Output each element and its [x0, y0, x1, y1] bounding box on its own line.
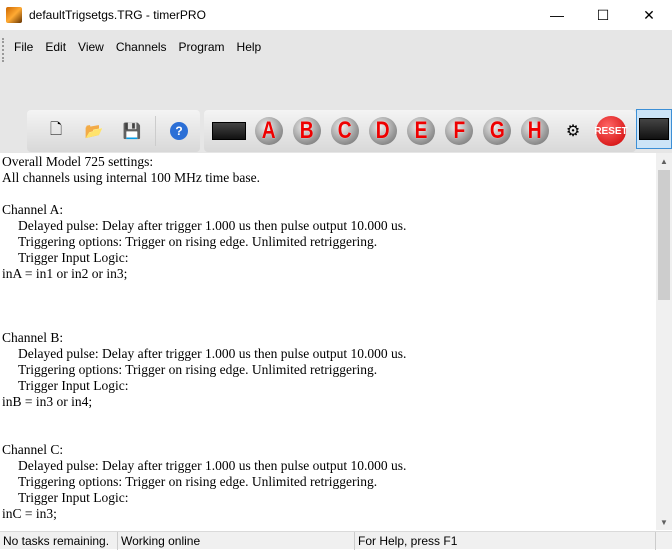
new-file-icon: 🗋 [49, 120, 63, 138]
status-tasks: No tasks remaining. [0, 532, 118, 550]
text-line: Channel C: [2, 442, 64, 457]
app-icon [6, 7, 22, 23]
status-connection: Working online [118, 532, 355, 550]
channel-f-button[interactable]: F [440, 116, 478, 146]
text-line: inA = in1 or in2 or in3; [2, 266, 128, 281]
device-icon[interactable] [212, 122, 246, 140]
menubar-grip[interactable] [2, 38, 4, 62]
channel-h-button[interactable]: H [516, 116, 554, 146]
status-help: For Help, press F1 [355, 532, 656, 550]
program-device-button[interactable] [636, 109, 672, 149]
channel-g-button[interactable]: G [478, 116, 516, 146]
text-line [2, 410, 656, 426]
menu-help[interactable]: Help [231, 40, 268, 54]
text-line: Triggering options: Trigger on rising ed… [18, 474, 378, 489]
scroll-up-icon[interactable]: ▲ [656, 153, 672, 169]
channel-b-button[interactable]: B [288, 116, 326, 146]
maximize-button[interactable]: ☐ [580, 0, 626, 30]
vertical-scrollbar[interactable]: ▲ ▼ [656, 153, 672, 530]
title-bar: defaultTrigsetgs.TRG - timerPRO — ☐ ✕ [0, 0, 672, 30]
settings-text[interactable]: Overall Model 725 settings: All channels … [0, 153, 656, 530]
text-line [2, 314, 656, 330]
reset-button[interactable]: RESET [594, 116, 628, 146]
text-line: Channel A: [2, 202, 64, 217]
text-line: Delayed pulse: Delay after trigger 1.000… [18, 458, 407, 473]
program-device-icon [639, 118, 669, 140]
text-line [2, 426, 656, 442]
text-line: Channel B: [2, 330, 64, 345]
scroll-down-icon[interactable]: ▼ [656, 514, 672, 530]
menu-bar: File Edit View Channels Program Help [8, 40, 267, 54]
close-button[interactable]: ✕ [626, 0, 672, 30]
channel-a-button[interactable]: A [250, 116, 288, 146]
text-line [2, 186, 656, 202]
text-line [2, 298, 656, 314]
help-icon: ? [170, 122, 188, 140]
open-button[interactable]: 📂 [75, 116, 113, 146]
text-line: Triggering options: Trigger on rising ed… [18, 234, 378, 249]
channel-c-button[interactable]: C [326, 116, 364, 146]
menu-view[interactable]: View [72, 40, 110, 54]
menu-toolbar-area: File Edit View Channels Program Help 🗋 📂… [0, 30, 672, 153]
menu-file[interactable]: File [8, 40, 39, 54]
text-line: inC = in3; [2, 506, 57, 521]
text-line: Overall Model 725 settings: [2, 154, 154, 169]
save-disk-icon: 💾 [122, 123, 142, 140]
open-folder-icon: 📂 [84, 123, 104, 140]
minimize-button[interactable]: — [534, 0, 580, 30]
help-button[interactable]: ? [160, 116, 198, 146]
save-button[interactable]: 💾 [113, 116, 151, 146]
scroll-thumb[interactable] [658, 170, 670, 300]
text-line: Delayed pulse: Delay after trigger 1.000… [18, 346, 407, 361]
text-line: Delayed pulse: Delay after trigger 1.000… [18, 218, 407, 233]
logic-gates-icon: ⚙ [565, 123, 581, 140]
text-line: Trigger Input Logic: [18, 490, 129, 505]
status-bar: No tasks remaining. Working online For H… [0, 531, 672, 550]
window-title: defaultTrigsetgs.TRG - timerPRO [29, 8, 206, 22]
channel-e-button[interactable]: E [402, 116, 440, 146]
trigger-logic-button[interactable]: ⚙ [554, 116, 592, 146]
text-line [2, 282, 656, 298]
text-line: Trigger Input Logic: [18, 378, 129, 393]
text-line: inB = in3 or in4; [2, 394, 93, 409]
menu-edit[interactable]: Edit [39, 40, 72, 54]
channel-d-button[interactable]: D [364, 116, 402, 146]
channel-toolbar: A B C D E F G H ⚙ RESET [204, 110, 636, 152]
text-line: Triggering options: Trigger on rising ed… [18, 362, 378, 377]
menu-program[interactable]: Program [173, 40, 231, 54]
file-toolbar: 🗋 📂 💾 ? [27, 110, 200, 152]
new-file-button[interactable]: 🗋 [37, 116, 75, 146]
menu-channels[interactable]: Channels [110, 40, 173, 54]
text-line: Trigger Input Logic: [18, 250, 129, 265]
text-line: All channels using internal 100 MHz time… [2, 170, 260, 185]
